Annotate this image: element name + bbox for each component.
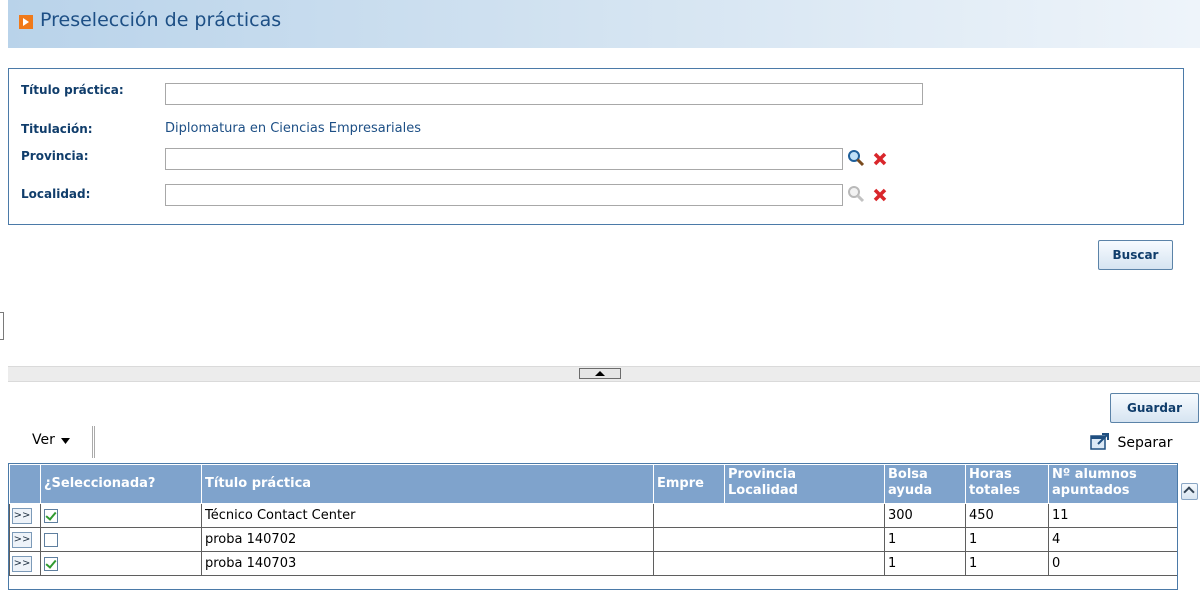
- alumnos-cell: 4: [1048, 527, 1177, 552]
- ver-label: Ver: [32, 432, 55, 448]
- provincia-label: Provincia:: [21, 149, 89, 163]
- localidad-input[interactable]: [165, 184, 843, 206]
- table-row[interactable]: >> proba 140703 1 1 0: [9, 551, 1177, 576]
- orange-arrow-icon: [19, 15, 33, 29]
- col-expand: [9, 464, 41, 504]
- practicas-grid: ¿Seleccionada? Título práctica Empre Pro…: [8, 463, 1178, 590]
- titulo-input[interactable]: [165, 83, 923, 105]
- buscar-button[interactable]: Buscar: [1098, 240, 1173, 270]
- col-empresa[interactable]: Empre: [653, 464, 725, 504]
- empresa-cell: [653, 527, 725, 552]
- table-row[interactable]: >> Técnico Contact Center 300 450 11: [9, 503, 1177, 528]
- alumnos-cell: 0: [1048, 551, 1177, 576]
- collapse-up-icon[interactable]: [579, 368, 621, 379]
- localidad-label: Localidad:: [21, 187, 91, 201]
- horas-header-2: totales: [969, 483, 1021, 498]
- ver-menu[interactable]: Ver: [32, 432, 71, 448]
- col-horas[interactable]: Horas totales: [965, 464, 1049, 504]
- expand-cell: >>: [9, 527, 41, 552]
- red-x-icon[interactable]: [872, 187, 888, 203]
- seleccionada-cell: [40, 551, 202, 576]
- seleccionada-cell: [40, 503, 202, 528]
- col-seleccionada[interactable]: ¿Seleccionada?: [40, 464, 202, 504]
- titulacion-value: Diplomatura en Ciencias Empresariales: [165, 121, 422, 136]
- col-titulo[interactable]: Título práctica: [201, 464, 654, 504]
- grid-header-row: ¿Seleccionada? Título práctica Empre Pro…: [9, 464, 1177, 504]
- provincia-localidad-cell: [724, 527, 885, 552]
- bolsa-header-1: Bolsa: [888, 467, 928, 482]
- expand-cell: >>: [9, 503, 41, 528]
- caret-down-icon: [61, 438, 71, 444]
- table-row[interactable]: >> proba 140702 1 1 4: [9, 527, 1177, 552]
- seleccionada-cell: [40, 527, 202, 552]
- alumnos-header-2: apuntados: [1052, 483, 1130, 498]
- horas-cell: 450: [965, 503, 1049, 528]
- titulo-cell: proba 140703: [201, 551, 654, 576]
- col-provincia-localidad[interactable]: Provincia Localidad: [724, 464, 885, 504]
- horas-cell: 1: [965, 527, 1049, 552]
- panel-splitter[interactable]: [8, 366, 1200, 382]
- bolsa-cell: 1: [884, 527, 966, 552]
- detach-window-icon: [1090, 433, 1109, 450]
- provincia-input[interactable]: [165, 148, 843, 170]
- alumnos-header-1: Nº alumnos: [1052, 467, 1137, 482]
- toolbar-divider: [92, 426, 95, 458]
- page-title: Preselección de prácticas: [40, 9, 282, 31]
- provincia-header: Provincia: [728, 467, 796, 482]
- magnifier-disabled-icon: [848, 186, 865, 203]
- titulo-label: Título práctica:: [21, 83, 124, 97]
- expand-button[interactable]: >>: [12, 508, 32, 524]
- search-form: Título práctica: Titulación: Diplomatura…: [8, 68, 1184, 225]
- horas-header-1: Horas: [969, 467, 1012, 482]
- expand-button[interactable]: >>: [12, 532, 32, 548]
- red-x-icon[interactable]: [872, 151, 888, 167]
- selected-checkbox[interactable]: [44, 556, 58, 571]
- selected-checkbox[interactable]: [44, 532, 58, 547]
- expand-button[interactable]: >>: [12, 556, 32, 572]
- bolsa-cell: 300: [884, 503, 966, 528]
- expand-cell: >>: [9, 551, 41, 576]
- empresa-cell: [653, 503, 725, 528]
- empresa-cell: [653, 551, 725, 576]
- separar-label: Separar: [1117, 435, 1173, 451]
- col-bolsa[interactable]: Bolsa ayuda: [884, 464, 966, 504]
- guardar-button[interactable]: Guardar: [1110, 393, 1199, 423]
- horas-cell: 1: [965, 551, 1049, 576]
- scroll-up-button[interactable]: [1181, 483, 1198, 500]
- titulo-cell: proba 140702: [201, 527, 654, 552]
- localidad-header: Localidad: [728, 483, 798, 498]
- bolsa-header-2: ayuda: [888, 483, 933, 498]
- provincia-localidad-cell: [724, 503, 885, 528]
- magnifier-icon[interactable]: [847, 149, 865, 167]
- titulo-cell: Técnico Contact Center: [201, 503, 654, 528]
- collapse-panel-handle[interactable]: [0, 312, 4, 340]
- bolsa-cell: 1: [884, 551, 966, 576]
- titulacion-label: Titulación:: [21, 122, 93, 136]
- separar-button[interactable]: Separar: [1090, 432, 1173, 451]
- provincia-localidad-cell: [724, 551, 885, 576]
- page-header: Preselección de prácticas: [8, 0, 1200, 48]
- col-alumnos[interactable]: Nº alumnos apuntados: [1048, 464, 1177, 504]
- alumnos-cell: 11: [1048, 503, 1177, 528]
- selected-checkbox[interactable]: [44, 508, 58, 523]
